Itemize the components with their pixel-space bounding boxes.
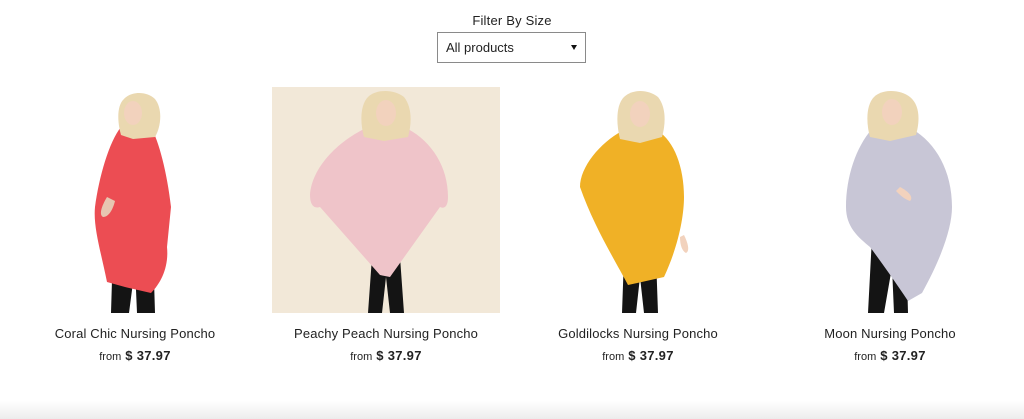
product-price-line: from $ 37.97 [272,348,500,365]
product-card-coral[interactable]: Coral Chic Nursing Poncho from $ 37.97 [21,87,249,365]
product-title[interactable]: Coral Chic Nursing Poncho [21,326,249,342]
filter-label: Filter By Size [472,13,552,28]
collection-page: Filter By Size All products Coral Chic N… [0,0,1024,419]
product-image[interactable] [776,87,1004,313]
product-title[interactable]: Moon Nursing Poncho [776,326,1004,342]
product-card-peachy-peach[interactable]: Peachy Peach Nursing Poncho from $ 37.97 [272,87,500,365]
product-price-line: from $ 37.97 [776,348,1004,365]
product-price: $ 37.97 [125,348,171,363]
product-card-goldilocks[interactable]: Goldilocks Nursing Poncho from $ 37.97 [524,87,752,365]
price-from-label: from [350,351,373,363]
product-title[interactable]: Peachy Peach Nursing Poncho [272,326,500,342]
product-image[interactable] [272,87,500,313]
product-price-line: from $ 37.97 [524,348,752,365]
product-price-line: from $ 37.97 [21,348,249,365]
product-image[interactable] [524,87,752,313]
product-price: $ 37.97 [628,348,674,363]
price-from-label: from [602,351,625,363]
product-price: $ 37.97 [376,348,422,363]
page-bottom-shade [0,401,1024,419]
product-title[interactable]: Goldilocks Nursing Poncho [524,326,752,342]
price-from-label: from [854,351,877,363]
size-filter-dropdown[interactable]: All products [437,32,586,63]
product-card-moon[interactable]: Moon Nursing Poncho from $ 37.97 [776,87,1004,365]
caret-down-icon [571,45,577,50]
price-from-label: from [99,351,122,363]
product-price: $ 37.97 [880,348,926,363]
size-filter-selected-value: All products [446,40,514,55]
product-image[interactable] [21,87,249,313]
